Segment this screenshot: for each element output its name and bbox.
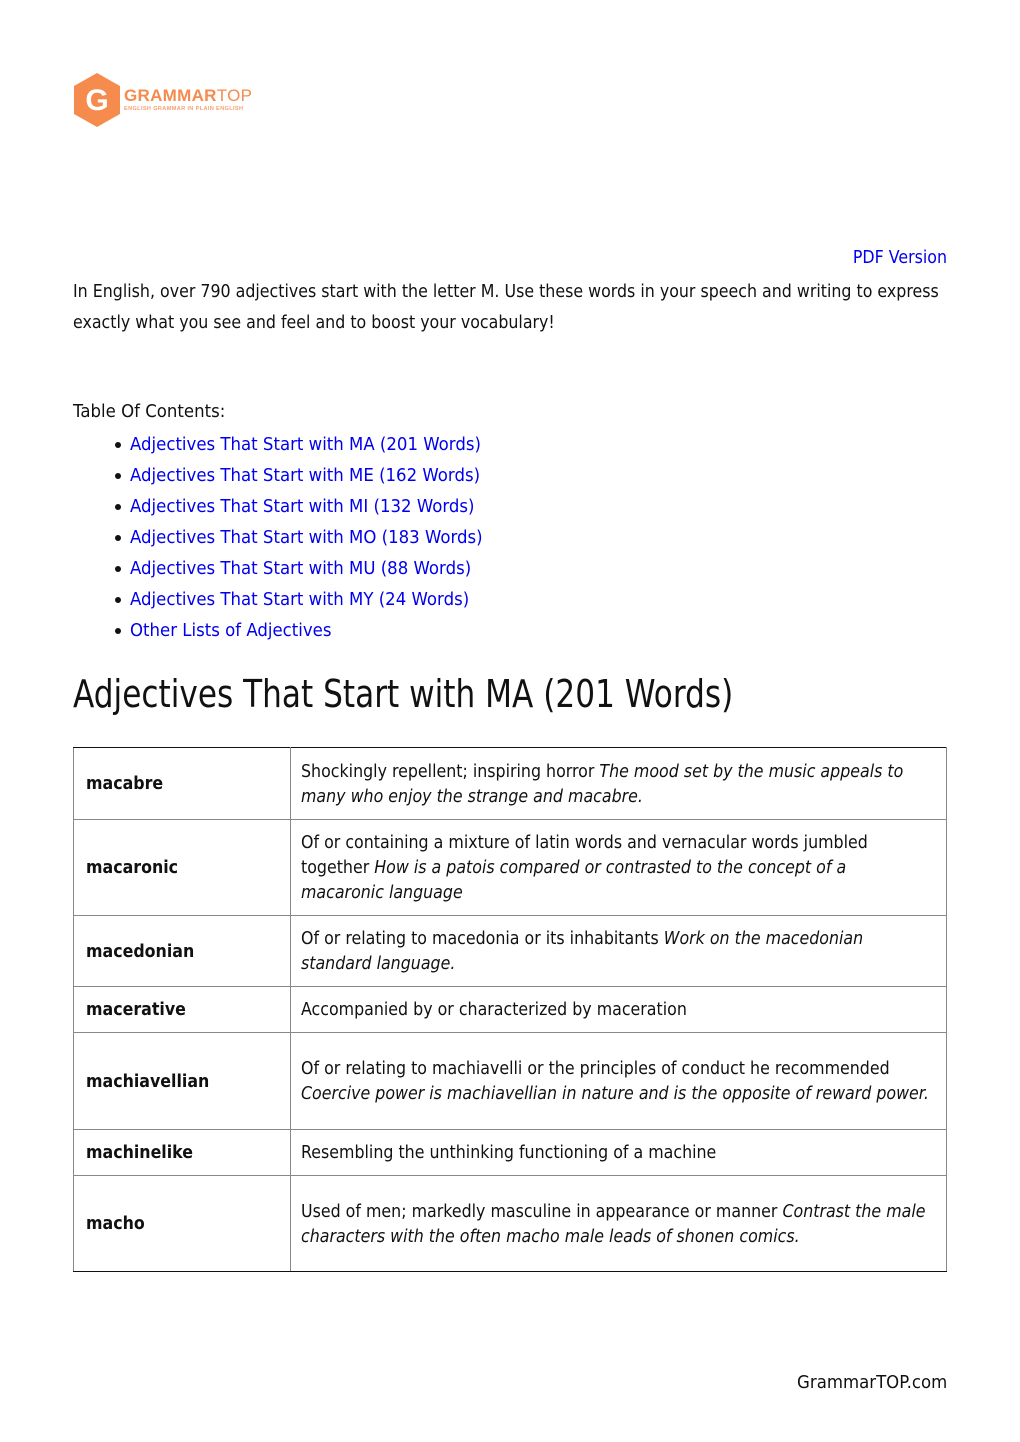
toc-item: Adjectives That Start with MU (88 Words)	[115, 553, 513, 584]
toc-link-ma[interactable]: Adjectives That Start with MA (201 Words…	[130, 429, 481, 460]
toc-link-mi[interactable]: Adjectives That Start with MI (132 Words…	[130, 491, 474, 522]
word-cell: machiavellian	[73, 1032, 291, 1130]
section-heading: Adjectives That Start with MA (201 Words…	[73, 672, 734, 716]
bullet-icon	[115, 503, 121, 510]
toc-link-me[interactable]: Adjectives That Start with ME (162 Words…	[130, 460, 480, 491]
toc-link-my[interactable]: Adjectives That Start with MY (24 Words)	[130, 584, 469, 615]
hexagon-g-icon: G	[74, 73, 120, 127]
definition-cell: Resembling the unthinking functioning of…	[290, 1129, 947, 1176]
table-row: macedonian Of or relating to macedonia o…	[73, 915, 947, 987]
table-of-contents: Adjectives That Start with MA (201 Words…	[115, 429, 513, 646]
table-row: machinelike Resembling the unthinking fu…	[73, 1129, 947, 1176]
example-sentence: Coercive power is machiavellian in natur…	[301, 1083, 929, 1104]
bullet-icon	[115, 596, 121, 603]
table-row: macho Used of men; markedly masculine in…	[73, 1175, 947, 1272]
definition-cell: Of or relating to machiavelli or the pri…	[290, 1032, 947, 1130]
table-row: macerative Accompanied by or characteriz…	[73, 986, 947, 1033]
example-sentence: How is a patois compared or contrasted t…	[301, 857, 847, 903]
toc-item: Adjectives That Start with MI (132 Words…	[115, 491, 513, 522]
bullet-icon	[115, 534, 121, 541]
word-cell: macaronic	[73, 819, 291, 916]
definition-cell: Shockingly repellent; inspiring horror T…	[290, 747, 947, 820]
pdf-version-link[interactable]: PDF Version	[853, 247, 947, 268]
bullet-icon	[115, 565, 121, 572]
table-row: machiavellian Of or relating to machiave…	[73, 1032, 947, 1130]
footer-site-name: GrammarTOP.com	[796, 1372, 947, 1393]
word-cell: macabre	[73, 747, 291, 820]
toc-link-mo[interactable]: Adjectives That Start with MO (183 Words…	[130, 522, 483, 553]
intro-paragraph: In English, over 790 adjectives start wi…	[73, 281, 939, 333]
definition-cell: Accompanied by or characterized by macer…	[290, 986, 947, 1033]
bullet-icon	[115, 627, 121, 634]
adjectives-table: macabre Shockingly repellent; inspiring …	[73, 747, 947, 1272]
definition-cell: Of or containing a mixture of latin word…	[290, 819, 947, 916]
toc-item: Other Lists of Adjectives	[115, 615, 513, 646]
logo-tagline: ENGLISH GRAMMAR IN PLAIN ENGLISH	[124, 106, 244, 112]
toc-item: Adjectives That Start with MO (183 Words…	[115, 522, 513, 553]
word-cell: machinelike	[73, 1129, 291, 1176]
logo-wordmark: GRAMMARTOP	[124, 86, 253, 105]
toc-item: Adjectives That Start with MA (201 Words…	[115, 429, 513, 460]
site-logo[interactable]: G GRAMMARTOP ENGLISH GRAMMAR IN PLAIN EN…	[72, 72, 252, 128]
toc-link-other-lists[interactable]: Other Lists of Adjectives	[130, 615, 332, 646]
toc-title: Table Of Contents:	[73, 401, 226, 422]
word-cell: macerative	[73, 986, 291, 1033]
table-row: macabre Shockingly repellent; inspiring …	[73, 747, 947, 820]
definition-cell: Used of men; markedly masculine in appea…	[290, 1175, 947, 1272]
bullet-icon	[115, 472, 121, 479]
svg-text:G: G	[85, 84, 108, 117]
word-cell: macedonian	[73, 915, 291, 987]
word-cell: macho	[73, 1175, 291, 1272]
toc-link-mu[interactable]: Adjectives That Start with MU (88 Words)	[130, 553, 471, 584]
definition-cell: Of or relating to macedonia or its inhab…	[290, 915, 947, 987]
toc-item: Adjectives That Start with MY (24 Words)	[115, 584, 513, 615]
bullet-icon	[115, 441, 121, 448]
toc-item: Adjectives That Start with ME (162 Words…	[115, 460, 513, 491]
table-row: macaronic Of or containing a mixture of …	[73, 819, 947, 916]
